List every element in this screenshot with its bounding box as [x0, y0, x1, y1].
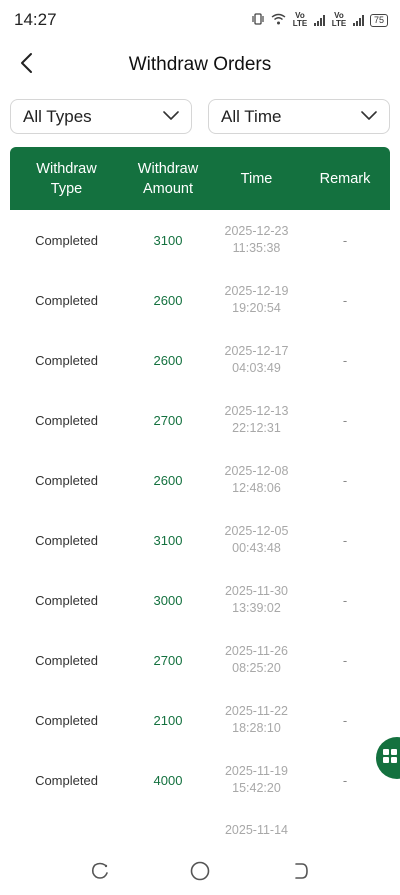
time-cell: 2025-11-26 08:25:20: [224, 644, 288, 675]
orders-list: Completed 3100 2025-12-23 11:35:38 - Comp…: [10, 210, 390, 850]
column-header-withdraw-type: Withdraw Type: [36, 160, 97, 197]
signal-icon-2: [352, 14, 364, 26]
time-cell: 2025-12-05 00:43:48: [224, 524, 289, 555]
column-header-time: Time: [240, 170, 273, 187]
remark-cell: -: [342, 472, 348, 488]
table-row: 2025-11-14: [10, 810, 390, 850]
table-row: Completed 2600 2025-12-19 19:20:54 -: [10, 270, 390, 330]
column-header-remark: Remark: [319, 170, 371, 187]
withdraw-amount-cell: 3100: [153, 532, 183, 548]
withdraw-amount-cell: 2600: [153, 352, 183, 368]
withdraw-amount-cell: 4000: [153, 772, 183, 788]
withdraw-amount-cell: 2100: [153, 712, 183, 728]
time-cell: 2025-12-19 19:20:54: [224, 284, 289, 315]
withdraw-type-cell: Completed: [35, 352, 98, 368]
withdraw-type-cell: Completed: [35, 532, 98, 548]
battery-icon: 75: [369, 13, 388, 27]
time-cell: 2025-11-14: [224, 823, 288, 837]
remark-cell: -: [342, 232, 348, 248]
table-row: Completed 2600 2025-12-08 12:48:06 -: [10, 450, 390, 510]
withdraw-amount-cell: 3000: [153, 592, 183, 608]
table-row: Completed 2600 2025-12-17 04:03:49 -: [10, 330, 390, 390]
time-cell: 2025-12-17 04:03:49: [224, 344, 289, 375]
withdraw-type-cell: Completed: [35, 652, 98, 668]
time-filter-value: All Time: [221, 106, 282, 126]
time-cell: 2025-12-08 12:48:06: [224, 464, 289, 495]
table-row: Completed 2700 2025-12-13 22:12:31 -: [10, 390, 390, 450]
wifi-icon: [271, 13, 286, 28]
time-cell: 2025-12-23 11:35:38: [224, 224, 289, 255]
volte-label-1: Vo LTE: [292, 11, 308, 28]
table-row: Completed 4000 2025-11-19 15:42:20 -: [10, 750, 390, 810]
withdraw-type-cell: Completed: [35, 232, 98, 248]
remark-cell: -: [342, 352, 348, 368]
page-title: Withdraw Orders: [128, 54, 272, 75]
recent-apps-icon: [90, 861, 110, 886]
withdraw-amount-cell: 2700: [153, 652, 183, 668]
withdraw-type-cell: Completed: [35, 592, 98, 608]
remark-cell: -: [342, 712, 348, 728]
time-filter-dropdown[interactable]: All Time: [208, 99, 390, 134]
volte-label-2: Vo LTE: [331, 11, 347, 28]
withdraw-amount-cell: 2700: [153, 412, 183, 428]
table-header: Withdraw Type Withdraw Amount Time Remar…: [10, 147, 390, 210]
remark-cell: -: [342, 412, 348, 428]
table-row: Completed 2700 2025-11-26 08:25:20 -: [10, 630, 390, 690]
table-row: Completed 3100 2025-12-05 00:43:48 -: [10, 510, 390, 570]
remark-cell: -: [342, 292, 348, 308]
remark-cell: -: [342, 772, 348, 788]
time-cell: 2025-11-19 15:42:20: [224, 764, 288, 795]
withdraw-amount-cell: 2600: [153, 472, 183, 488]
status-bar: 14:27 Vo LTE Vo LTE 75: [0, 0, 400, 40]
time-cell: 2025-11-22 18:28:10: [224, 704, 288, 735]
withdraw-type-cell: Completed: [35, 412, 98, 428]
page-header: Withdraw Orders: [0, 42, 400, 88]
signal-icon-1: [313, 14, 325, 26]
withdraw-type-cell: Completed: [35, 712, 98, 728]
remark-cell: -: [342, 592, 348, 608]
vibrate-icon: [251, 12, 265, 28]
back-nav-button[interactable]: [285, 858, 315, 888]
type-filter-dropdown[interactable]: All Types: [10, 99, 192, 134]
system-nav-bar: [0, 850, 400, 895]
chevron-down-icon: [361, 108, 377, 126]
time-cell: 2025-12-13 22:12:31: [224, 404, 289, 435]
remark-cell: -: [342, 532, 348, 548]
column-header-withdraw-amount: Withdraw Amount: [137, 160, 199, 197]
withdraw-amount-cell: 3100: [153, 232, 183, 248]
back-nav-icon: [290, 861, 310, 886]
status-time: 14:27: [14, 10, 57, 29]
recent-apps-button[interactable]: [85, 858, 115, 888]
time-cell: 2025-11-30 13:39:02: [224, 584, 288, 615]
chevron-down-icon: [163, 108, 179, 126]
status-icons: Vo LTE Vo LTE 75: [251, 12, 388, 28]
filter-bar: All Types All Time: [10, 99, 390, 136]
withdraw-type-cell: Completed: [35, 292, 98, 308]
home-icon: [189, 860, 211, 887]
remark-cell: -: [342, 652, 348, 668]
withdraw-type-cell: Completed: [35, 772, 98, 788]
grid-icon: [383, 748, 397, 768]
table-row: Completed 3100 2025-12-23 11:35:38 -: [10, 210, 390, 270]
home-button[interactable]: [185, 858, 215, 888]
table-row: Completed 3000 2025-11-30 13:39:02 -: [10, 570, 390, 630]
type-filter-value: All Types: [23, 106, 92, 126]
table-row: Completed 2100 2025-11-22 18:28:10 -: [10, 690, 390, 750]
withdraw-amount-cell: 2600: [153, 292, 183, 308]
withdraw-type-cell: Completed: [35, 472, 98, 488]
